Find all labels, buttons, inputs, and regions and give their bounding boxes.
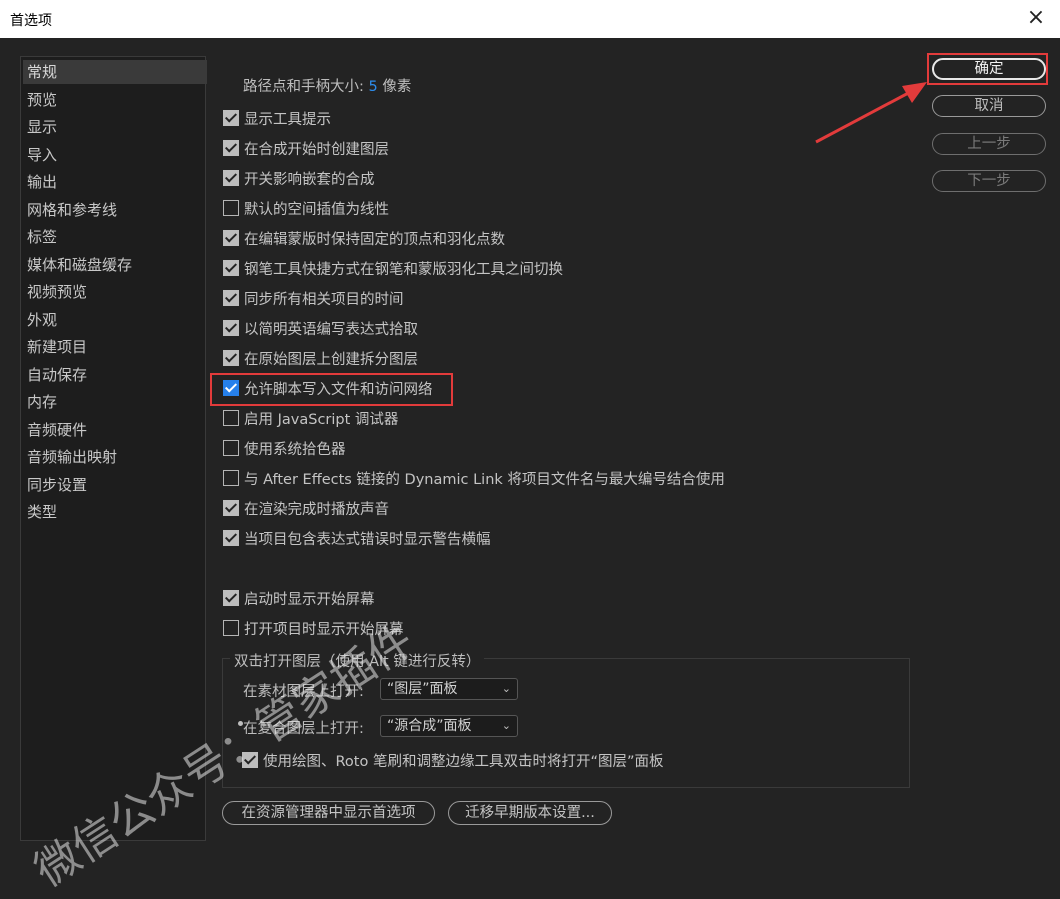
option-preserve-vertex-count[interactable]: 在编辑蒙版时保持固定的顶点和羽化点数	[223, 227, 505, 249]
option-linear-spatial-interp[interactable]: 默认的空间插值为线性	[223, 197, 389, 219]
sidebar-item-labels[interactable]: 标签	[27, 225, 57, 249]
checkbox[interactable]	[223, 530, 239, 546]
previous-button[interactable]: 上一步	[932, 133, 1046, 155]
option-allow-scripts-network[interactable]: 允许脚本写入文件和访问网络	[223, 377, 433, 399]
sidebar-item-type[interactable]: 类型	[27, 500, 57, 524]
path-size-row: 路径点和手柄大小: 5 像素	[243, 75, 411, 96]
sidebar-item-appearance[interactable]: 外观	[27, 308, 57, 332]
checkbox[interactable]	[223, 230, 239, 246]
checkbox[interactable]	[223, 350, 239, 366]
sidebar-item-sync[interactable]: 同步设置	[27, 473, 87, 497]
chevron-down-icon: ⌄	[501, 719, 511, 732]
checkbox[interactable]	[223, 260, 239, 276]
checkbox[interactable]	[223, 440, 239, 456]
option-system-color-picker[interactable]: 使用系统拾色器	[223, 437, 346, 459]
sidebar-item-output[interactable]: 输出	[27, 170, 57, 194]
sidebar-item-video-preview[interactable]: 视频预览	[27, 280, 87, 304]
footage-layer-select[interactable]: “图层”面板 ⌄	[380, 678, 518, 700]
cancel-button[interactable]: 取消	[932, 95, 1046, 117]
sidebar-item-import[interactable]: 导入	[27, 143, 57, 167]
sidebar-item-memory[interactable]: 内存	[27, 390, 57, 414]
checkbox[interactable]	[223, 620, 239, 636]
checkbox[interactable]	[223, 200, 239, 216]
sidebar-item-audio-output[interactable]: 音频输出映射	[27, 445, 117, 469]
sidebar-item-general[interactable]: 常规	[23, 60, 207, 84]
migrate-settings-button[interactable]: 迁移早期版本设置...	[448, 801, 612, 825]
option-render-complete-sound[interactable]: 在渲染完成时播放声音	[223, 497, 389, 519]
checkbox[interactable]	[223, 140, 239, 156]
path-size-label: 路径点和手柄大小:	[243, 79, 364, 95]
red-arrow-annotation	[815, 82, 927, 144]
sidebar-item-auto-save[interactable]: 自动保存	[27, 363, 87, 387]
chevron-down-icon: ⌄	[501, 682, 511, 695]
sidebar-item-audio-hardware[interactable]: 音频硬件	[27, 418, 87, 442]
option-split-layer-above[interactable]: 在原始图层上创建拆分图层	[223, 347, 418, 369]
option-create-layers-at-comp-start[interactable]: 在合成开始时创建图层	[223, 137, 389, 159]
option-show-start-screen[interactable]: 启动时显示开始屏幕	[223, 587, 375, 609]
comp-layer-select[interactable]: “源合成”面板 ⌄	[380, 715, 518, 737]
sidebar-item-grids[interactable]: 网格和参考线	[27, 198, 117, 222]
reveal-preferences-button[interactable]: 在资源管理器中显示首选项	[222, 801, 435, 825]
option-switches-affect-nested[interactable]: 开关影响嵌套的合成	[223, 167, 375, 189]
checkbox[interactable]	[223, 320, 239, 336]
option-pen-shortcut-toggle[interactable]: 钢笔工具快捷方式在钢笔和蒙版羽化工具之间切换	[223, 257, 563, 279]
option-expression-error-banner[interactable]: 当项目包含表达式错误时显示警告横幅	[223, 527, 491, 549]
option-dynamic-link-numbering[interactable]: 与 After Effects 链接的 Dynamic Link 将项目文件名与…	[223, 467, 725, 489]
option-paint-tools-layer-panel[interactable]: 使用绘图、Roto 笔刷和调整边缘工具双击时将打开“图层”面板	[242, 749, 663, 771]
sidebar-item-preview[interactable]: 预览	[27, 88, 57, 112]
checkbox[interactable]	[223, 170, 239, 186]
checkbox[interactable]	[223, 410, 239, 426]
checkbox[interactable]	[223, 290, 239, 306]
path-size-value[interactable]: 5	[369, 79, 378, 95]
option-show-tooltips[interactable]: 显示工具提示	[223, 107, 331, 129]
close-icon[interactable]: ×	[1022, 4, 1050, 32]
checkbox[interactable]	[223, 110, 239, 126]
ok-button[interactable]: 确定	[932, 58, 1046, 80]
checkbox[interactable]	[223, 590, 239, 606]
checkbox[interactable]	[223, 500, 239, 516]
option-js-debugger[interactable]: 启用 JavaScript 调试器	[223, 407, 398, 429]
sidebar-item-display[interactable]: 显示	[27, 115, 57, 139]
option-sync-time[interactable]: 同步所有相关项目的时间	[223, 287, 404, 309]
sidebar-item-media-cache[interactable]: 媒体和磁盘缓存	[27, 253, 132, 277]
checkbox[interactable]	[223, 380, 239, 396]
checkbox[interactable]	[223, 470, 239, 486]
window-title: 首选项	[10, 13, 52, 29]
sidebar-item-new-project[interactable]: 新建项目	[27, 335, 87, 359]
option-plain-english-pickwhip[interactable]: 以简明英语编写表达式拾取	[223, 317, 418, 339]
sidebar: 常规 预览 显示 导入 输出 网格和参考线 标签 媒体和磁盘缓存 视频预览 外观…	[20, 56, 207, 841]
next-button[interactable]: 下一步	[932, 170, 1046, 192]
path-size-unit: 像素	[382, 79, 412, 95]
title-bar: 首选项 ×	[0, 0, 1060, 38]
